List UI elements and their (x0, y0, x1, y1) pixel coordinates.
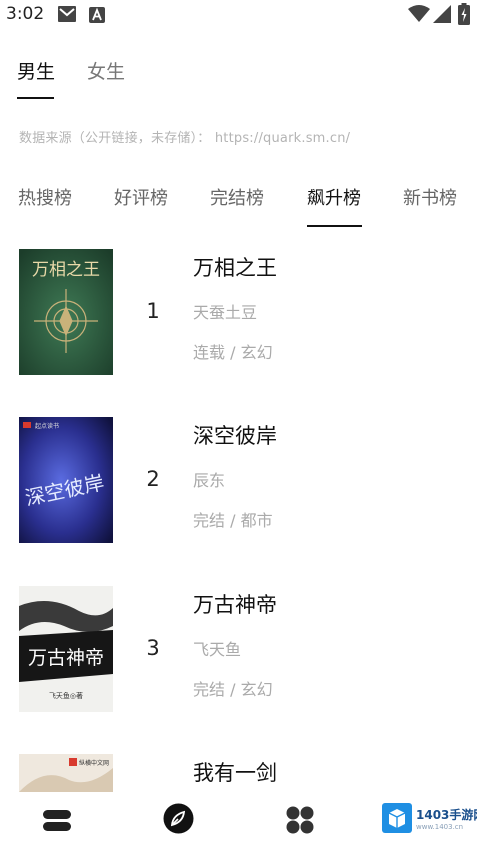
book-meta: 连载 / 玄幻 (193, 343, 273, 362)
book-title: 深空彼岸 (193, 424, 277, 448)
book-item[interactable]: 万相之王 1 万相之王 天蚕土豆 连载 / 玄幻 (0, 249, 477, 379)
book-cover[interactable]: 万相之王 (19, 249, 113, 375)
watermark-sub: www.1403.cn (416, 823, 464, 831)
battery-icon (458, 3, 470, 25)
svg-text:起点读书: 起点读书 (35, 422, 59, 430)
book-title: 我有一剑 (193, 761, 277, 785)
book-author: 辰东 (193, 471, 226, 490)
book-rank: 2 (146, 467, 160, 491)
site-watermark: 1403手游网 www.1403.cn (382, 803, 477, 837)
book-cover[interactable]: 纵横中文网 (19, 754, 113, 792)
bookshelf-icon[interactable] (41, 804, 73, 836)
book-author: 飞天鱼 (193, 640, 242, 659)
apps-grid-icon[interactable] (284, 804, 316, 836)
rank-tab-indicator (307, 225, 362, 227)
tab-new-books[interactable]: 新书榜 (403, 184, 457, 210)
watermark-logo-icon (382, 803, 412, 833)
book-meta: 完结 / 玄幻 (193, 680, 273, 699)
signal-icon (433, 5, 451, 23)
gender-tab-indicator (17, 97, 54, 99)
compass-icon[interactable] (163, 803, 194, 834)
app-notification-icon (89, 7, 105, 23)
tab-hot-search[interactable]: 热搜榜 (18, 184, 72, 210)
book-rank: 1 (146, 299, 160, 323)
book-item[interactable]: 万古神帝 飞天鱼◎著 3 万古神帝 飞天鱼 完结 / 玄幻 (0, 586, 477, 716)
book-item[interactable]: 起点读书 深空彼岸 2 深空彼岸 辰东 完结 / 都市 (0, 417, 477, 547)
status-time: 3:02 (6, 4, 45, 24)
book-title: 万相之王 (193, 256, 277, 280)
svg-text:万古神帝: 万古神帝 (28, 647, 104, 669)
tab-top-rated[interactable]: 好评榜 (114, 184, 168, 210)
svg-text:纵横中文网: 纵横中文网 (79, 759, 109, 767)
book-title: 万古神帝 (193, 593, 277, 617)
status-bar: 3:02 (0, 0, 477, 30)
svg-text:飞天鱼◎著: 飞天鱼◎著 (49, 691, 83, 700)
book-rank: 3 (146, 636, 160, 660)
book-meta: 完结 / 都市 (193, 511, 273, 530)
tab-rising[interactable]: 飙升榜 (307, 184, 361, 210)
bottom-nav: 1403手游网 www.1403.cn (0, 792, 477, 851)
mail-notification-icon (58, 6, 76, 22)
tab-completed[interactable]: 完结榜 (210, 184, 264, 210)
tab-male[interactable]: 男生 (17, 57, 55, 84)
watermark-text: 1403手游网 (416, 808, 477, 822)
book-cover[interactable]: 万古神帝 飞天鱼◎著 (19, 586, 113, 712)
wifi-icon (408, 5, 430, 22)
book-cover[interactable]: 起点读书 深空彼岸 (19, 417, 113, 543)
svg-text:万相之王: 万相之王 (32, 260, 100, 280)
tab-female[interactable]: 女生 (87, 57, 125, 84)
book-author: 天蚕土豆 (193, 303, 258, 322)
data-source-note: 数据来源（公开链接，未存储）： https://quark.sm.cn/ (19, 131, 351, 146)
